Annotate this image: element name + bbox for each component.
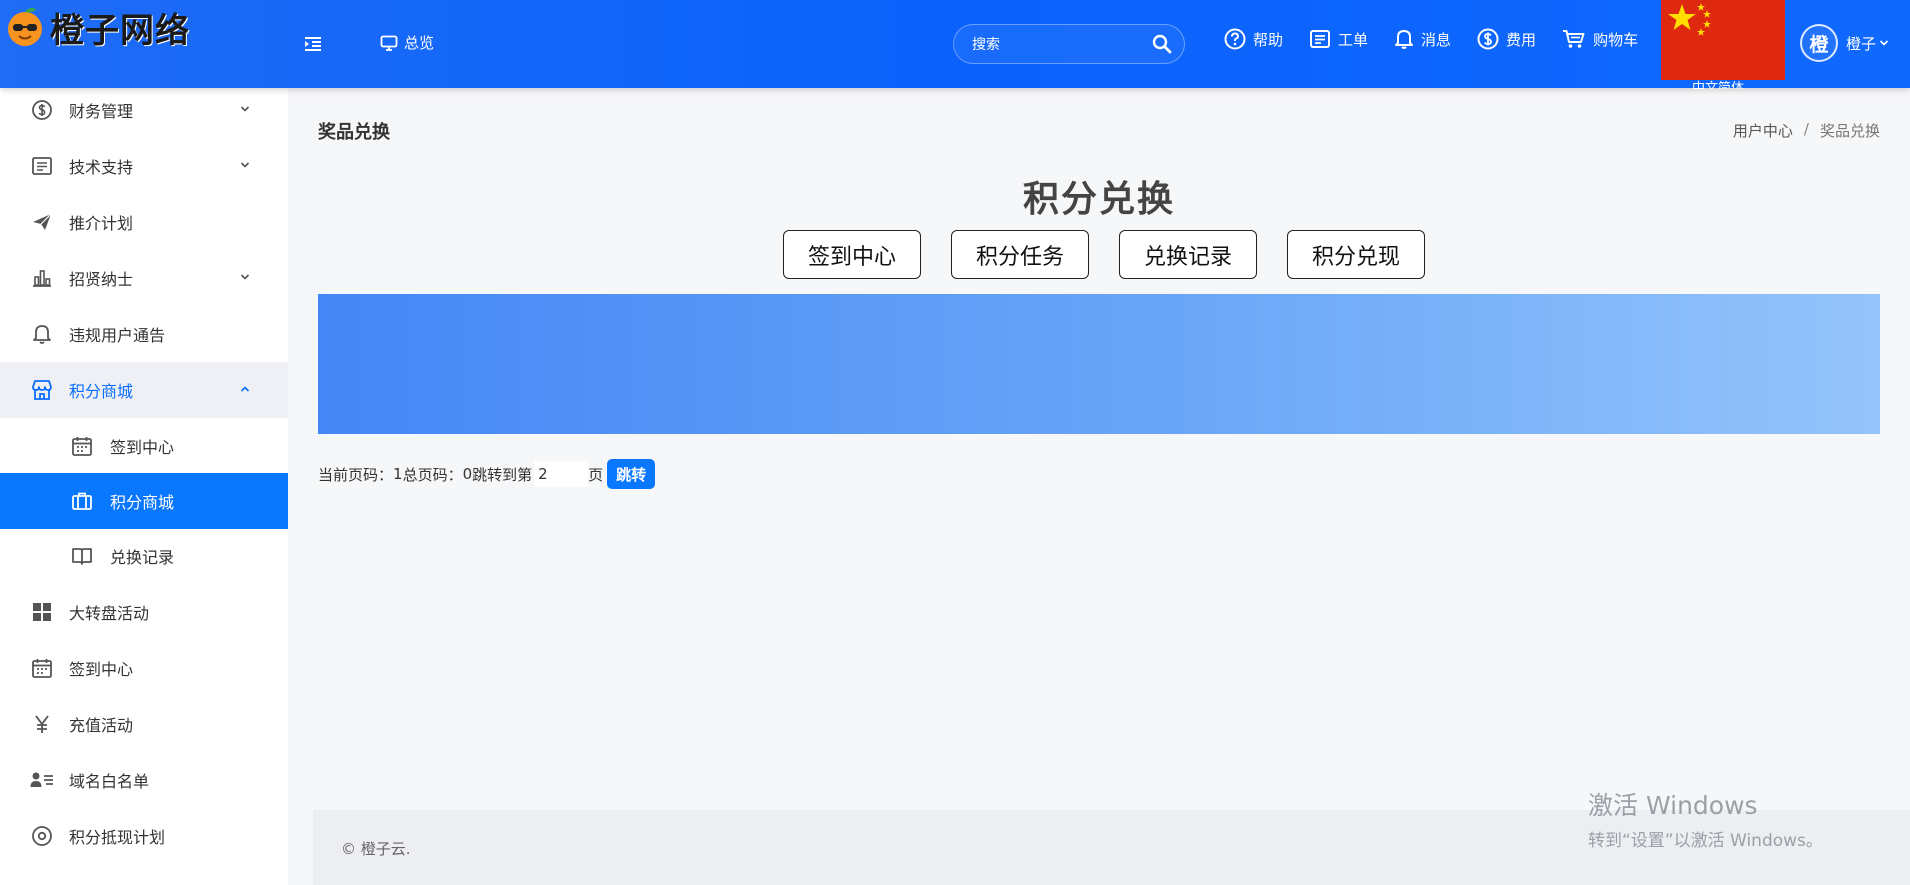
bell-icon (30, 323, 54, 345)
top-header: 橙子网络 总览 帮助 (0, 0, 1910, 89)
language-flag[interactable] (1661, 0, 1785, 80)
watermark-subtitle: 转到“设置”以激活 Windows。 (1588, 831, 1823, 851)
sidebar-item-label: 大转盘活动 (69, 604, 150, 623)
overview-label: 总览 (404, 34, 435, 52)
current-page-label: 当前页码： (318, 465, 394, 484)
page-title: 奖品兑换 (318, 122, 390, 143)
breadcrumb: 用户中心 / 奖品兑换 (1733, 120, 1880, 141)
chevron-up-icon (240, 386, 250, 392)
page-unit-label: 页 (588, 465, 604, 484)
sidebar-item-recharge[interactable]: 充值活动 (0, 696, 288, 752)
briefcase-icon (70, 490, 94, 512)
target-icon (30, 825, 54, 847)
book-icon (70, 545, 94, 567)
overview-link[interactable]: 总览 (380, 32, 434, 53)
china-flag-icon (1668, 3, 1711, 36)
menu-collapse-icon[interactable] (302, 34, 324, 54)
calendar-icon (30, 657, 54, 679)
grid-icon (30, 601, 54, 623)
chevron-down-icon (240, 274, 250, 280)
dollar-circle-icon (30, 99, 54, 121)
sidebar-item-finance[interactable]: 财务管理 (0, 88, 288, 138)
sidebar-item-points-mall[interactable]: 积分商城 (0, 362, 288, 418)
breadcrumb-home[interactable]: 用户中心 (1733, 120, 1793, 141)
yen-icon (30, 713, 54, 735)
sidebar-subitem-points-mall[interactable]: 积分商城 (0, 473, 288, 529)
sidebar-item-points-cashback[interactable]: 积分抵现计划 (0, 808, 288, 864)
orange-mascot-icon (8, 7, 42, 46)
calendar-icon (70, 435, 94, 457)
monitor-icon (380, 35, 398, 51)
billing-label: 费用 (1506, 30, 1537, 49)
user-menu[interactable]: 橙 橙子 (1800, 24, 1889, 62)
chevron-down-icon (240, 106, 250, 112)
sidebar-item-label: 招贤纳士 (69, 270, 134, 289)
help-link[interactable]: 帮助 (1224, 28, 1283, 50)
breadcrumb-separator: / (1803, 120, 1809, 138)
store-icon (30, 379, 54, 401)
jump-button[interactable]: 跳转 (607, 459, 656, 489)
message-link[interactable]: 消息 (1394, 28, 1451, 50)
sidebar-item-domain-whitelist[interactable]: 域名白名单 (0, 752, 288, 808)
tab-checkin-center[interactable]: 签到中心 (783, 230, 921, 279)
billing-link[interactable]: 费用 (1477, 28, 1536, 50)
logo-text: 橙子网络 (50, 10, 190, 51)
total-pages-label: 总页码： (402, 465, 463, 484)
tab-points-tasks[interactable]: 积分任务 (951, 230, 1089, 279)
tab-exchange-records[interactable]: 兑换记录 (1119, 230, 1257, 279)
page-jump-input[interactable] (534, 461, 589, 487)
sidebar-item-label: 积分抵现计划 (69, 828, 166, 847)
total-pages-value: 0 (462, 465, 473, 483)
cart-label: 购物车 (1593, 30, 1639, 49)
sidebar-item-checkin[interactable]: 签到中心 (0, 640, 288, 696)
chevron-down-icon (240, 162, 250, 168)
banner (318, 294, 1880, 434)
language-label[interactable]: 中文简体 (1692, 80, 1744, 89)
sidebar-item-label: 积分商城 (110, 493, 175, 512)
cart-link[interactable]: 购物车 (1562, 28, 1638, 50)
sidebar-item-label: 兑换记录 (110, 548, 175, 567)
points-exchange-title: 积分兑换 (1022, 179, 1175, 220)
copyright-text: © 橙子云. (341, 840, 411, 858)
sidebar-item-recruit[interactable]: 招贤纳士 (0, 250, 288, 306)
breadcrumb-current: 奖品兑换 (1819, 122, 1880, 140)
windows-activation-watermark: 激活 Windows 转到“设置”以激活 Windows。 (1588, 786, 1823, 851)
help-label: 帮助 (1253, 30, 1284, 49)
sidebar-item-label: 财务管理 (69, 102, 134, 121)
sidebar-subitem-exchange-records[interactable]: 兑换记录 (0, 528, 288, 584)
search-input[interactable] (972, 33, 1142, 57)
search-icon[interactable] (1152, 34, 1172, 54)
sidebar-item-label: 充值活动 (69, 716, 134, 735)
sidebar-item-label: 积分商城 (69, 382, 134, 401)
sidebar-item-label: 签到中心 (110, 438, 175, 457)
sidebar-item-label: 域名白名单 (69, 772, 150, 791)
ticket-label: 工单 (1338, 30, 1369, 49)
bar-chart-icon (30, 267, 54, 289)
message-label: 消息 (1421, 30, 1452, 49)
logo[interactable]: 橙子网络 (4, 6, 190, 51)
cart-icon (1563, 30, 1585, 48)
current-page-value: 1 (393, 465, 403, 483)
watermark-title: 激活 Windows (1588, 791, 1758, 820)
sidebar-item-label: 违规用户通告 (69, 326, 166, 345)
pagination: 当前页码： 1 总页码： 0 跳转到第 页 跳转 (318, 459, 656, 489)
jump-label: 跳转到第 (472, 465, 533, 484)
tab-points-cashout[interactable]: 积分兑现 (1287, 230, 1425, 279)
user-name: 橙子 (1846, 34, 1877, 53)
sidebar-item-lucky-wheel[interactable]: 大转盘活动 (0, 584, 288, 640)
user-list-icon (30, 769, 54, 791)
chevron-down-icon (1879, 40, 1889, 46)
ticket-icon (1310, 30, 1331, 48)
header-nav: 帮助 工单 消息 费用 购物车 (1224, 28, 1664, 50)
sidebar-subitem-checkin[interactable]: 签到中心 (0, 418, 288, 474)
sidebar-item-violation-notice[interactable]: 违规用户通告 (0, 306, 288, 362)
avatar: 橙 (1800, 24, 1838, 62)
bell-icon (1395, 30, 1414, 49)
sidebar-item-label: 签到中心 (69, 660, 134, 679)
ticket-link[interactable]: 工单 (1309, 28, 1368, 50)
help-icon (1224, 28, 1246, 50)
dollar-icon (1477, 28, 1499, 50)
search-box (953, 24, 1185, 64)
